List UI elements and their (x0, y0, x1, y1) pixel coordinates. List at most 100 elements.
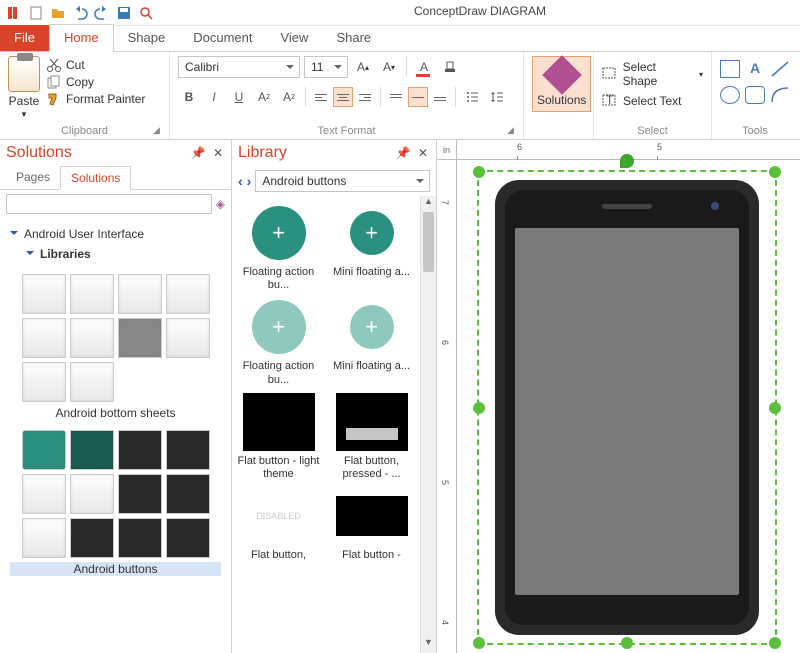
subtab-pages[interactable]: Pages (6, 166, 60, 189)
text-tool[interactable]: A (745, 60, 765, 78)
valign-middle-button[interactable] (408, 87, 428, 107)
tab-home[interactable]: Home (49, 24, 114, 52)
solutions-panel: Solutions 📌 ✕ Pages Solutions ◈ Android … (0, 140, 232, 653)
nav-prev[interactable]: ‹ (238, 173, 243, 189)
resize-handle[interactable] (473, 637, 485, 649)
select-text-button[interactable]: TSelect Text (602, 94, 703, 108)
roundrect-tool[interactable] (745, 86, 765, 104)
font-family-combo[interactable]: Calibri (178, 56, 300, 78)
pin-icon[interactable]: 📌 (191, 146, 205, 160)
select-shape-button[interactable]: Select Shape▾ (602, 60, 703, 88)
library-panel: Library 📌 ✕ ‹ › Android buttons +Floatin… (232, 140, 437, 653)
align-left-button[interactable] (311, 87, 331, 107)
save-icon[interactable] (116, 5, 132, 21)
library-item[interactable]: Flat button - (329, 485, 414, 562)
library-item[interactable]: Flat button, pressed - ... (329, 391, 414, 481)
solution-group-bottom-sheets[interactable]: Android bottom sheets (10, 274, 221, 420)
tab-view[interactable]: View (266, 25, 322, 51)
tree-libraries[interactable]: Libraries (10, 244, 221, 264)
library-item[interactable]: +Mini floating a... (329, 296, 414, 386)
pin-icon[interactable]: 📌 (396, 146, 410, 160)
font-size-combo[interactable]: 11 (304, 56, 348, 78)
phone-camera (711, 202, 719, 210)
bullets-button[interactable] (461, 86, 483, 108)
select-group-label: Select (602, 125, 703, 137)
font-color-button[interactable]: A (413, 56, 435, 78)
brush-icon (46, 92, 62, 106)
quick-access-toolbar (0, 0, 800, 26)
rect-tool[interactable] (720, 60, 740, 78)
text-format-launcher[interactable]: ◢ (507, 125, 519, 137)
redo-icon[interactable] (94, 5, 110, 21)
ellipse-tool[interactable] (720, 86, 740, 104)
line-spacing-button[interactable] (486, 86, 508, 108)
phone-screen (515, 228, 739, 595)
resize-handle[interactable] (473, 402, 485, 414)
align-center-button[interactable] (333, 87, 353, 107)
close-icon[interactable]: ✕ (416, 146, 430, 160)
library-item[interactable]: Flat button - light theme (236, 391, 321, 481)
solutions-panel-title: Solutions (6, 144, 185, 162)
highlight-button[interactable] (439, 56, 461, 78)
tab-share[interactable]: Share (322, 25, 385, 51)
superscript-button[interactable]: A2 (253, 86, 275, 108)
library-scrollbar[interactable]: ▲ ▼ (420, 196, 436, 653)
subtab-solutions[interactable]: Solutions (60, 166, 131, 190)
arc-tool[interactable] (770, 86, 790, 104)
tab-shape[interactable]: Shape (114, 25, 180, 51)
copy-button[interactable]: Copy (46, 75, 145, 89)
paste-button[interactable]: Paste ▼ (8, 56, 40, 119)
ruler-unit: in (437, 140, 457, 160)
search-icon[interactable] (138, 5, 154, 21)
line-tool[interactable] (770, 60, 790, 78)
select-text-icon: T (602, 94, 618, 108)
solutions-search-input[interactable] (6, 194, 212, 214)
solutions-button[interactable]: Solutions (532, 56, 591, 112)
ribbon-tabs: File Home Shape Document View Share (0, 26, 800, 52)
resize-handle[interactable] (769, 637, 781, 649)
library-item[interactable]: +Mini floating a... (329, 202, 414, 292)
grow-font-button[interactable]: A▴ (352, 56, 374, 78)
open-icon[interactable] (50, 5, 66, 21)
library-dropdown[interactable]: Android buttons (255, 170, 430, 192)
shrink-font-button[interactable]: A▾ (378, 56, 400, 78)
bold-button[interactable]: B (178, 86, 200, 108)
format-painter-button[interactable]: Format Painter (46, 92, 145, 106)
phone-shape[interactable] (495, 180, 759, 635)
solutions-icon (542, 55, 582, 95)
tab-file[interactable]: File (0, 25, 49, 51)
clipboard-icon (8, 56, 40, 92)
ruler-vertical: 7 6 5 4 (437, 160, 457, 653)
new-icon[interactable] (28, 5, 44, 21)
library-item[interactable]: +Floating action bu... (236, 202, 321, 292)
clipboard-launcher[interactable]: ◢ (153, 125, 165, 137)
italic-button[interactable]: I (203, 86, 225, 108)
resize-handle[interactable] (769, 166, 781, 178)
align-right-button[interactable] (355, 87, 375, 107)
underline-button[interactable]: U (228, 86, 250, 108)
solution-group-buttons[interactable]: Android buttons (10, 430, 221, 576)
tree-root[interactable]: Android User Interface (10, 224, 221, 244)
scrollbar-thumb[interactable] (423, 212, 434, 272)
rotate-handle[interactable] (620, 154, 634, 168)
canvas[interactable]: in 6 5 7 6 5 4 (437, 140, 800, 653)
valign-bottom-button[interactable] (430, 87, 450, 107)
resize-handle[interactable] (621, 637, 633, 649)
select-shape-icon (602, 67, 618, 81)
diamond-icon[interactable]: ◈ (216, 197, 225, 211)
nav-next[interactable]: › (247, 173, 252, 189)
svg-text:T: T (606, 94, 614, 107)
page[interactable] (457, 160, 800, 653)
undo-icon[interactable] (72, 5, 88, 21)
close-icon[interactable]: ✕ (211, 146, 225, 160)
library-item[interactable]: DISABLEDFlat button, (236, 485, 321, 562)
app-icon (6, 5, 22, 21)
valign-top-button[interactable] (386, 87, 406, 107)
copy-icon (46, 75, 62, 89)
tab-document[interactable]: Document (179, 25, 266, 51)
library-item[interactable]: +Floating action bu... (236, 296, 321, 386)
resize-handle[interactable] (473, 166, 485, 178)
cut-button[interactable]: Cut (46, 58, 145, 72)
resize-handle[interactable] (769, 402, 781, 414)
subscript-button[interactable]: A2 (278, 86, 300, 108)
